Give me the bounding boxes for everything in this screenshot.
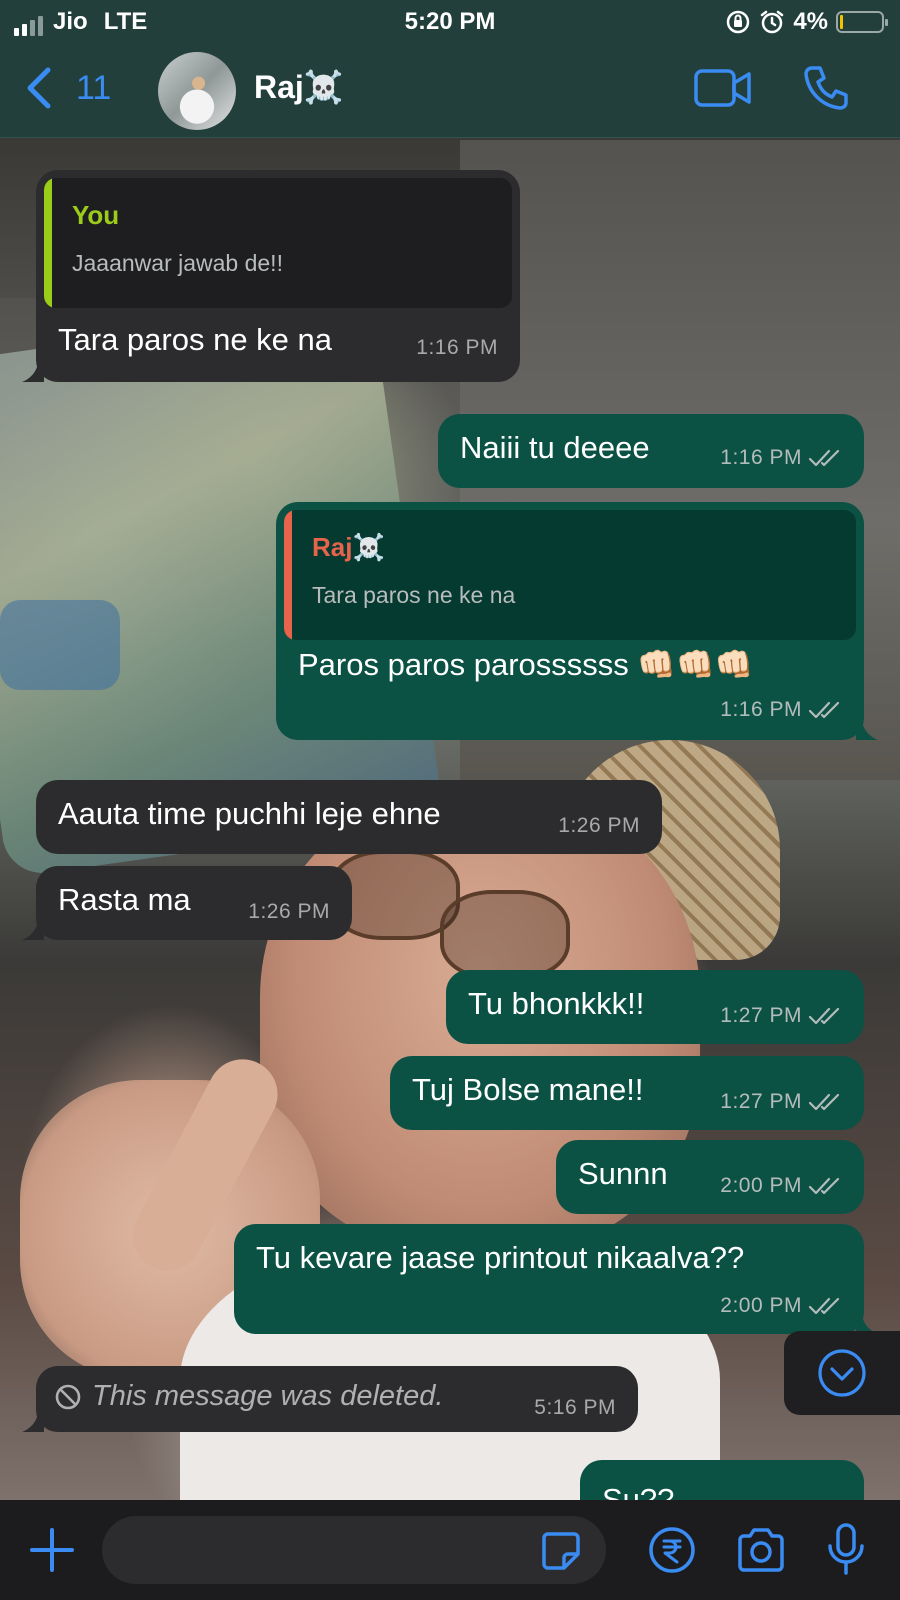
deleted-message[interactable]: This message was deleted. 5:16 PM — [36, 1366, 638, 1432]
read-receipt-icon — [808, 701, 840, 719]
message-input[interactable] — [102, 1516, 606, 1584]
alarm-icon — [761, 10, 784, 34]
message-text: Paros paros parossssss 👊🏻👊🏻👊🏻 — [298, 647, 754, 682]
blocked-icon — [55, 1384, 81, 1409]
outgoing-message[interactable]: Naiii tu deeee 1:16 PM — [438, 414, 864, 488]
message-text: Aauta time puchhi leje ehne — [58, 796, 441, 831]
message-text: Tara paros ne ke na — [58, 322, 333, 357]
outgoing-message[interactable]: Tu bhonkkk!! 1:27 PM — [446, 970, 864, 1044]
outgoing-message[interactable]: Tuj Bolse mane!! 1:27 PM — [390, 1056, 864, 1130]
phone-icon[interactable] — [802, 64, 850, 112]
rupee-payment-icon[interactable] — [648, 1526, 696, 1574]
read-receipt-icon — [808, 1177, 840, 1195]
scroll-to-bottom-button[interactable] — [784, 1331, 900, 1415]
message-time: 1:26 PM — [558, 814, 640, 837]
bubble-tail — [22, 918, 44, 940]
message-time: 5:16 PM — [534, 1396, 616, 1419]
orientation-lock-icon — [727, 10, 750, 34]
incoming-message[interactable]: Aauta time puchhi leje ehne 1:26 PM — [36, 780, 662, 854]
read-receipt-icon — [808, 1297, 840, 1315]
chevron-down-icon — [818, 1349, 866, 1397]
video-call-icon[interactable] — [694, 68, 752, 108]
outgoing-message[interactable]: Raj☠️ Tara paros ne ke na Paros paros pa… — [276, 502, 864, 740]
avatar[interactable] — [158, 52, 236, 130]
input-bar — [0, 1500, 900, 1600]
message-text: Rasta ma — [58, 882, 191, 917]
outgoing-message[interactable]: Sunnn 2:00 PM — [556, 1140, 864, 1214]
bubble-tail — [856, 718, 878, 740]
contact-name[interactable]: Raj☠️ — [254, 68, 344, 106]
message-time: 2:00 PM — [720, 1294, 842, 1318]
message-time: 1:27 PM — [720, 1090, 842, 1114]
chat-header: 11 Raj☠️ — [0, 46, 900, 138]
message-text: Sunnn — [578, 1156, 668, 1191]
message-time: 1:26 PM — [248, 900, 330, 923]
quoted-sender: You — [72, 200, 120, 230]
unread-count: 11 — [76, 68, 112, 107]
quoted-text: Jaaanwar jawab de!! — [72, 250, 283, 276]
quoted-message[interactable]: Raj☠️ Tara paros ne ke na — [284, 510, 856, 640]
bubble-tail — [22, 360, 44, 382]
message-text: Naiii tu deeee — [460, 430, 650, 465]
message-time: 1:16 PM — [416, 336, 498, 359]
quoted-sender: Raj☠️ — [312, 532, 385, 562]
incoming-message[interactable]: You Jaaanwar jawab de!! Tara paros ne ke… — [36, 170, 520, 382]
message-time: 2:00 PM — [720, 1174, 842, 1198]
bubble-tail — [22, 1410, 44, 1432]
read-receipt-icon — [808, 1007, 840, 1025]
status-bar: Jio LTE 5:20 PM 4% — [0, 0, 900, 46]
quoted-message[interactable]: You Jaaanwar jawab de!! — [44, 178, 512, 308]
outgoing-message[interactable]: Tu kevare jaase printout nikaalva?? 2:00… — [234, 1224, 864, 1334]
message-text: Tu bhonkkk!! — [468, 986, 645, 1021]
message-text: Tu kevare jaase printout nikaalva?? — [256, 1240, 745, 1275]
plus-icon[interactable] — [30, 1528, 74, 1572]
sticker-icon[interactable] — [540, 1530, 582, 1572]
back-button[interactable]: 11 — [26, 66, 111, 110]
message-text: Su?? — [602, 1482, 675, 1500]
message-text: This message was deleted. — [54, 1380, 443, 1413]
battery-icon — [836, 11, 888, 33]
incoming-message[interactable]: Rasta ma 1:26 PM — [36, 866, 352, 940]
battery-percent: 4% — [793, 8, 828, 35]
read-receipt-icon — [808, 1093, 840, 1111]
message-time: 1:16 PM — [720, 698, 842, 722]
message-time: 1:27 PM — [720, 1004, 842, 1028]
microphone-icon[interactable] — [826, 1522, 866, 1576]
outgoing-message[interactable]: Su?? — [580, 1460, 864, 1500]
quoted-text: Tara paros ne ke na — [312, 582, 516, 608]
read-receipt-icon — [808, 449, 840, 467]
message-text: Tuj Bolse mane!! — [412, 1072, 644, 1107]
message-list[interactable]: You Jaaanwar jawab de!! Tara paros ne ke… — [0, 138, 900, 1500]
message-time: 1:16 PM — [720, 446, 842, 470]
chevron-left-icon — [27, 67, 51, 109]
camera-icon[interactable] — [736, 1528, 786, 1572]
